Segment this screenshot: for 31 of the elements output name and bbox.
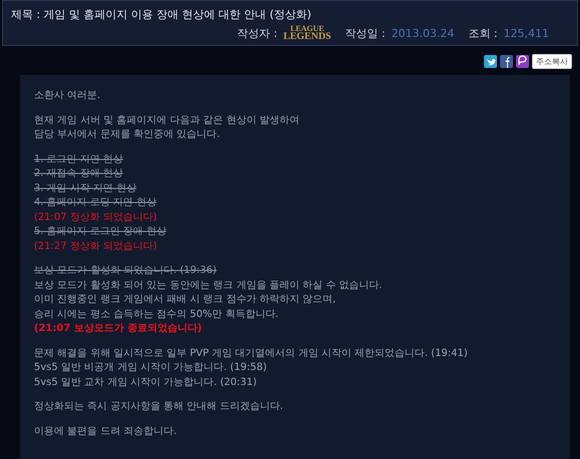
text-line: 1. 로그인 지연 현상: [34, 152, 124, 166]
text-line: 현재 게임 서버 및 홈페이지에 다음과 같은 현상이 발생하여: [34, 114, 300, 128]
text-line: (21:07 보상모드가 종료되었습니다): [34, 322, 203, 336]
facebook-icon[interactable]: [500, 55, 513, 68]
text-line: 정상화되는 즉시 공지사항을 통해 안내해 드리겠습니다.: [34, 400, 284, 414]
text-line: 이용에 불편을 드려 죄송합니다.: [34, 424, 178, 438]
text-line: 소환사 여러분.: [34, 89, 102, 103]
text-line: 문제 해결을 위해 일시적으로 일부 PVP 게임 대기열에서의 게임 시작이 제한되었습니다. (19:41): [34, 346, 469, 360]
text-line: 3. 게임 시작 지연 현상: [34, 182, 138, 196]
text-line: 이미 진행중인 랭크 게임에서 패배 시 랭크 점수가 하락하지 않으며,: [34, 293, 337, 307]
text-line: 승리 시에는 평소 습득하는 점수의 50%만 획득합니다.: [34, 308, 280, 322]
text-line: (21:07 정상화 되었습니다): [34, 210, 158, 224]
views-label: 조회 :: [468, 26, 498, 40]
chat-bubble-icon[interactable]: [516, 55, 529, 68]
bird-icon[interactable]: [484, 55, 497, 68]
text-line: 5vs5 일반 교차 게임 시작이 가능합니다. (20:31): [34, 376, 258, 390]
post-date: 2013.03.24: [391, 26, 454, 40]
text-line: 5vs5 일반 비공개 게임 시작이 가능합니다. (19:58): [34, 361, 268, 375]
text-line: 2. 재접속 장애 현상: [34, 167, 124, 181]
copy-address-button[interactable]: 주소복사: [532, 54, 572, 69]
game-logo: LEAGUE LEGENDS: [283, 25, 332, 41]
text-line: 보상 모드가 활성화 되어 있는 동안에는 랭크 게임을 플레이 하실 수 없습니다.: [34, 278, 384, 292]
text-line: 보상 모드가 활성화 되었습니다. (19:36): [34, 264, 218, 278]
date-label: 작성일 :: [345, 26, 386, 40]
text-line: 5. 홈페이지 로그인 장애 현상: [34, 225, 168, 239]
text-line: (21:27 정상화 되었습니다): [34, 240, 158, 254]
text-line: 담당 부서에서 문제를 확인중에 있습니다.: [34, 128, 221, 142]
post-title: 제목 : 게임 및 홈페이지 이용 장애 현상에 대한 안내 (정상화): [11, 7, 312, 22]
text-line: 4. 홈페이지 로딩 지연 현상: [34, 196, 158, 210]
view-count: 125,411: [504, 26, 549, 40]
author-label: 작성자 :: [237, 26, 278, 40]
